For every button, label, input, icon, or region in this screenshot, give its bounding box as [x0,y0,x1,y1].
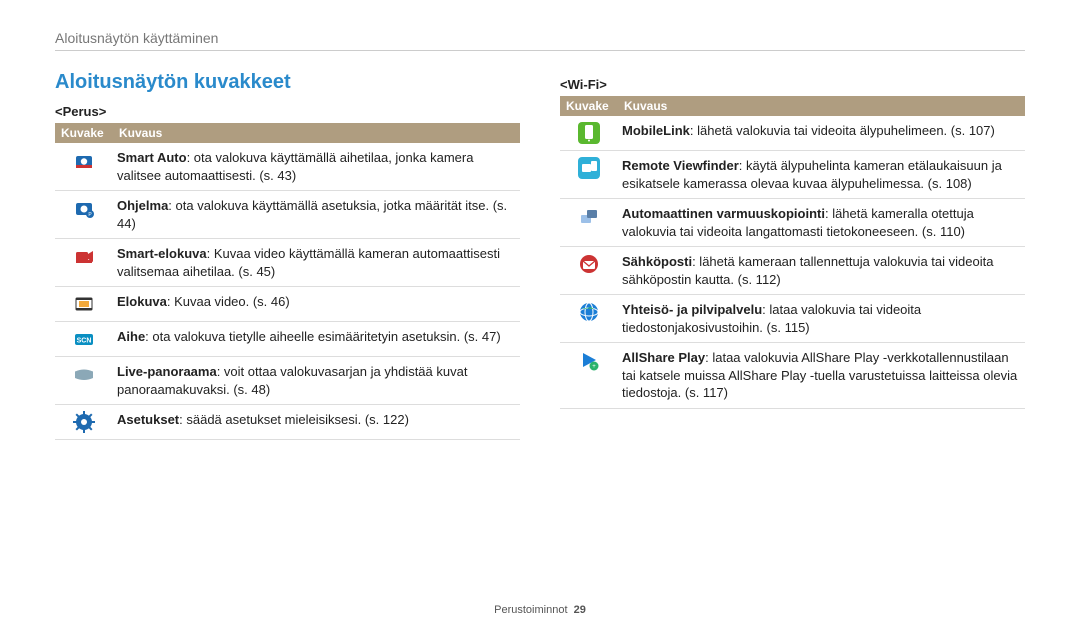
table-row: Remote Viewfinder: käytä älypuhelinta ka… [560,151,1025,199]
row-description: Ohjelma: ota valokuva käyttämällä asetuk… [113,191,520,239]
row-text: : Kuvaa video. (s. 46) [167,294,290,309]
row-text: : säädä asetukset mieleisiksesi. (s. 122… [179,412,409,427]
row-term: Aihe [117,329,145,344]
smart-movie-icon [73,245,95,267]
table-row: MobileLink: lähetä valokuvia tai videoit… [560,116,1025,151]
divider [55,50,1025,51]
row-description: Sähköposti: lähetä kameraan tallennettuj… [618,247,1025,295]
row-term: Elokuva [117,294,167,309]
table-row: Smart-elokuva: Kuvaa video käyttämällä k… [55,239,520,287]
row-term: Remote Viewfinder [622,158,739,173]
footer-page: 29 [574,604,586,616]
row-description: Live-panoraama: voit ottaa valokuvasarja… [113,357,520,405]
table-row: + AllShare Play: lataa valokuvia AllShare… [560,343,1025,409]
table-row: SCN Aihe: ota valokuva tietylle aiheelle … [55,322,520,357]
col-icon: Kuvake [560,96,618,116]
row-term: Smart Auto [117,150,187,165]
page-title: Aloitusnäytön kuvakkeet [55,71,520,94]
row-term: Smart-elokuva [117,246,207,261]
row-term: Yhteisö- ja pilvipalvelu [622,302,762,317]
row-term: Live-panoraama [117,364,217,379]
remote-viewfinder-icon [578,157,600,179]
svg-text:SCN: SCN [77,338,92,345]
row-description: Aihe: ota valokuva tietylle aiheelle esi… [113,322,520,357]
row-text: : lähetä valokuvia tai videoita älypuhel… [690,123,995,138]
mobilelink-icon [578,122,600,144]
row-description: Automaattinen varmuuskopiointi: lähetä k… [618,199,1025,247]
row-description: Remote Viewfinder: käytä älypuhelinta ka… [618,151,1025,199]
row-term: Ohjelma [117,198,168,213]
movie-icon [73,293,95,315]
perus-table: Kuvake Kuvaus Smart Auto: ota valokuva k… [55,123,520,440]
row-text: : ota valokuva käyttämällä asetuksia, jo… [117,198,507,231]
scene-icon: SCN [73,328,95,350]
table-row: Elokuva: Kuvaa video. (s. 46) [55,287,520,322]
footer-section: Perustoiminnot [494,604,567,616]
table-row: Live-panoraama: voit ottaa valokuvasarja… [55,357,520,405]
table-row: Smart Auto: ota valokuva käyttämällä aih… [55,143,520,191]
breadcrumb: Aloitusnäytön käyttäminen [55,30,1025,46]
wifi-heading: <Wi-Fi> [560,77,1025,92]
row-term: Asetukset [117,412,179,427]
program-icon: P [73,197,95,219]
smart-auto-icon [73,149,95,171]
table-row: Automaattinen varmuuskopiointi: lähetä k… [560,199,1025,247]
allshare-icon: + [578,349,600,371]
table-row: Sähköposti: lähetä kameraan tallennettuj… [560,247,1025,295]
table-row: Yhteisö- ja pilvipalvelu: lataa valokuvi… [560,295,1025,343]
settings-icon [73,411,95,433]
row-term: AllShare Play [622,350,705,365]
wifi-table: Kuvake Kuvaus MobileLink: lähetä valokuv… [560,96,1025,409]
perus-heading: <Perus> [55,104,520,119]
col-icon: Kuvake [55,123,113,143]
table-row: P Ohjelma: ota valokuva käyttämällä asetu… [55,191,520,239]
row-description: Elokuva: Kuvaa video. (s. 46) [113,287,520,322]
row-description: MobileLink: lähetä valokuvia tai videoit… [618,116,1025,151]
live-panorama-icon [73,363,95,385]
row-text: : ota valokuva tietylle aiheelle esimäär… [145,329,501,344]
row-term: Sähköposti [622,254,692,269]
col-desc: Kuvaus [113,123,520,143]
row-description: Smart-elokuva: Kuvaa video käyttämällä k… [113,239,520,287]
page-footer: Perustoiminnot 29 [55,594,1025,630]
col-desc: Kuvaus [618,96,1025,116]
row-term: MobileLink [622,123,690,138]
cloud-icon [578,301,600,323]
auto-backup-icon [578,205,600,227]
svg-text:+: + [592,364,596,370]
row-term: Automaattinen varmuuskopiointi [622,206,825,221]
row-description: Yhteisö- ja pilvipalvelu: lataa valokuvi… [618,295,1025,343]
row-description: Smart Auto: ota valokuva käyttämällä aih… [113,143,520,191]
row-description: Asetukset: säädä asetukset mieleisiksesi… [113,405,520,440]
table-row: Asetukset: säädä asetukset mieleisiksesi… [55,405,520,440]
row-description: AllShare Play: lataa valokuvia AllShare … [618,343,1025,409]
email-icon [578,253,600,275]
